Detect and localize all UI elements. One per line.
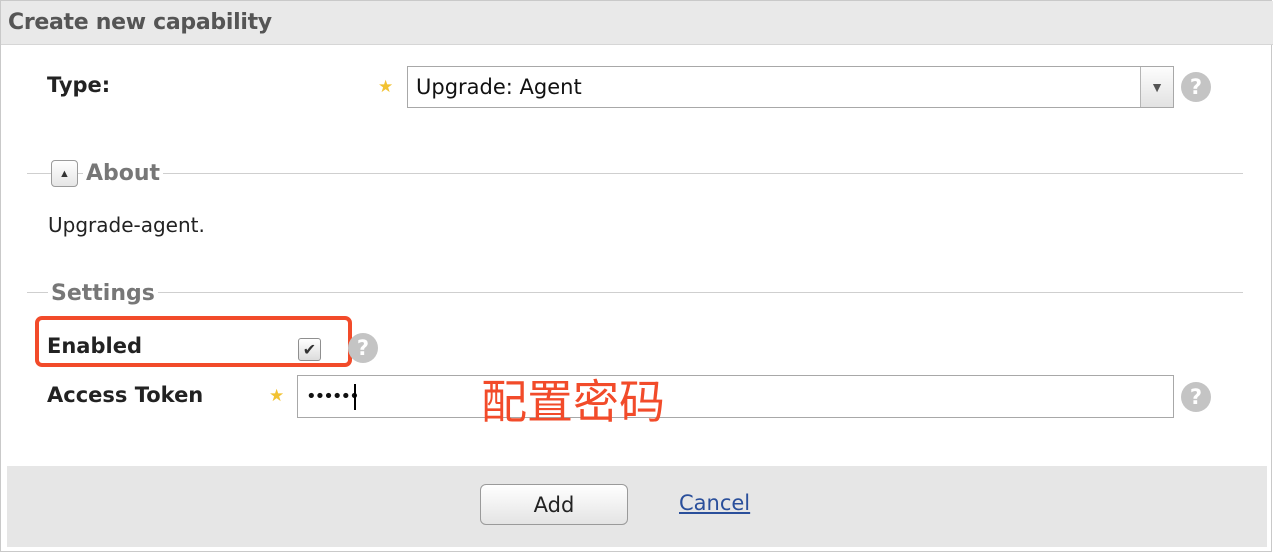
- type-select[interactable]: Upgrade: Agent ▼: [407, 66, 1174, 108]
- settings-divider: [27, 292, 1243, 293]
- access-token-input[interactable]: ••••••: [297, 375, 1174, 418]
- triangle-up-icon: ▲: [59, 167, 70, 180]
- dialog-title-bar: Create new capability: [1, 1, 1273, 45]
- text-caret: [354, 384, 356, 410]
- dialog-footer: [7, 466, 1267, 547]
- settings-section-title: Settings: [48, 281, 158, 306]
- type-help-icon[interactable]: ?: [1181, 72, 1211, 102]
- cancel-link[interactable]: Cancel: [679, 491, 750, 515]
- required-star-icon: ★: [378, 77, 394, 96]
- type-select-value: Upgrade: Agent: [416, 75, 582, 99]
- chevron-down-icon[interactable]: ▼: [1140, 67, 1173, 107]
- collapse-about-button[interactable]: ▲: [51, 160, 78, 187]
- create-capability-dialog: Create new capability Type: ★ Upgrade: A…: [0, 0, 1273, 552]
- dialog-title: Create new capability: [8, 10, 272, 35]
- required-star-icon: ★: [269, 386, 285, 405]
- annotation-highlight-box: [35, 316, 352, 367]
- type-label: Type:: [47, 73, 111, 97]
- about-description: Upgrade-agent.: [48, 213, 205, 237]
- access-token-label: Access Token: [47, 383, 204, 407]
- annotation-text: 配置密码: [481, 375, 665, 429]
- access-token-help-icon[interactable]: ?: [1181, 382, 1211, 412]
- enabled-help-icon[interactable]: ?: [348, 333, 378, 363]
- access-token-value: ••••••: [306, 386, 360, 407]
- about-section-title: About: [83, 161, 164, 186]
- about-divider: [27, 173, 1243, 174]
- add-button[interactable]: Add: [480, 484, 628, 525]
